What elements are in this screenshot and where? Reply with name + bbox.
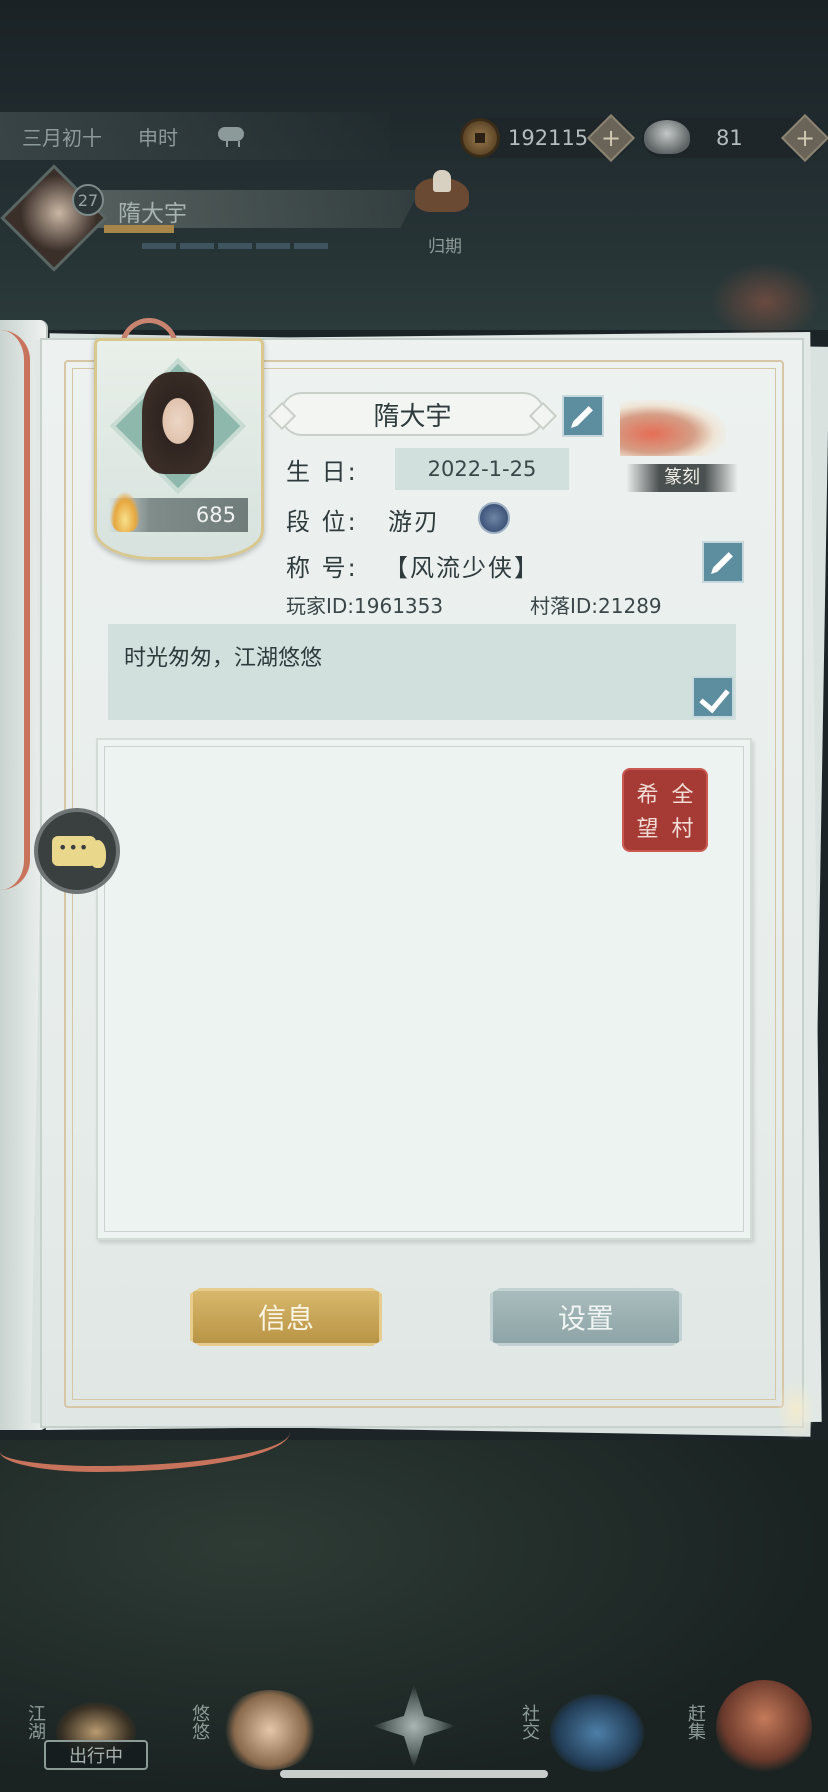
rider-icon	[433, 170, 451, 192]
date-time-bar: 三月初十 申时	[0, 112, 390, 160]
stamina-segment	[218, 243, 252, 249]
wave-icon	[550, 1694, 644, 1772]
tab-info[interactable]: 信息	[190, 1288, 382, 1346]
chat-button[interactable]	[34, 808, 120, 894]
edit-title-button[interactable]	[702, 541, 744, 583]
stamp-char: 望	[636, 817, 659, 842]
character-portrait	[142, 372, 214, 474]
village-hope-stamp: 希 全 望 村	[622, 768, 708, 852]
rank-value: 游刃	[388, 508, 440, 536]
stamp-char: 希	[636, 783, 659, 808]
nav-jianghu-label: 江湖	[25, 1704, 46, 1740]
copper-coin-counter: 192115 +	[460, 113, 636, 163]
stamina-segment	[142, 243, 176, 249]
book-ribbon	[0, 330, 30, 890]
return-rider-button[interactable]	[405, 170, 485, 230]
silver-counter: 81 +	[642, 113, 828, 163]
scenery-tree	[710, 262, 820, 342]
motto-text: 时光匆匆，江湖悠悠	[124, 646, 323, 671]
time-label: 申时	[138, 125, 178, 150]
nav-center[interactable]	[352, 1680, 472, 1780]
coin-icon	[460, 118, 500, 158]
birthday-label: 生 日:	[286, 458, 358, 486]
rank-label: 段 位:	[286, 508, 358, 536]
stamina-segment	[294, 243, 328, 249]
player-level-badge: 27	[72, 184, 104, 216]
nav-market-label: 赶集	[685, 1704, 706, 1740]
coin-amount: 192115	[508, 126, 589, 150]
player-name: 隋大宇	[118, 201, 187, 227]
stamp-char: 村	[671, 817, 694, 842]
nav-yoyou[interactable]: 悠悠	[180, 1680, 320, 1780]
tab-settings[interactable]: 设置	[490, 1288, 682, 1346]
nav-yoyou-label: 悠悠	[189, 1704, 210, 1740]
basket-icon	[716, 1680, 812, 1776]
pencil-icon	[573, 406, 593, 426]
nav-market[interactable]: 赶集	[676, 1680, 812, 1780]
nav-social[interactable]: 社交	[510, 1680, 644, 1780]
stamina-segment	[180, 243, 214, 249]
silver-ingot-icon	[644, 120, 690, 154]
confirm-motto-button[interactable]	[692, 676, 734, 718]
birthday-value: 2022-1-25	[395, 448, 569, 490]
compass-star-icon	[372, 1684, 456, 1768]
nav-social-label: 社交	[519, 1704, 540, 1740]
title-label: 称 号:	[286, 554, 358, 582]
stamina-segment	[256, 243, 290, 249]
home-indicator[interactable]	[280, 1770, 548, 1778]
title-value: 【风流少侠】	[384, 554, 540, 582]
rank-emblem-icon[interactable]	[478, 502, 510, 534]
silver-amount: 81	[716, 126, 743, 150]
background-top	[0, 0, 828, 330]
pencil-icon	[713, 552, 733, 572]
plus-icon: +	[600, 124, 622, 152]
motto-field[interactable]	[108, 624, 736, 720]
crane-icon	[220, 1690, 320, 1770]
feather-decoration	[776, 1380, 816, 1440]
return-label: 归期	[428, 237, 462, 257]
traveling-badge: 出行中	[44, 1740, 148, 1770]
experience-bar	[104, 225, 174, 233]
date-label: 三月初十	[22, 125, 102, 150]
player-id: 玩家ID:1961353	[286, 594, 444, 618]
seal-carving-label[interactable]: 篆刻	[626, 464, 738, 492]
cloud-rain-icon	[214, 125, 248, 147]
village-id: 村落ID:21289	[530, 594, 662, 618]
profile-name-plate: 隋大宇	[280, 392, 545, 436]
flame-icon	[110, 492, 140, 532]
plus-icon: +	[794, 124, 816, 152]
edit-name-button[interactable]	[562, 395, 604, 437]
seal-carving-icon[interactable]	[620, 400, 726, 456]
stamp-char: 全	[671, 783, 694, 808]
gourd-icon	[90, 840, 106, 868]
